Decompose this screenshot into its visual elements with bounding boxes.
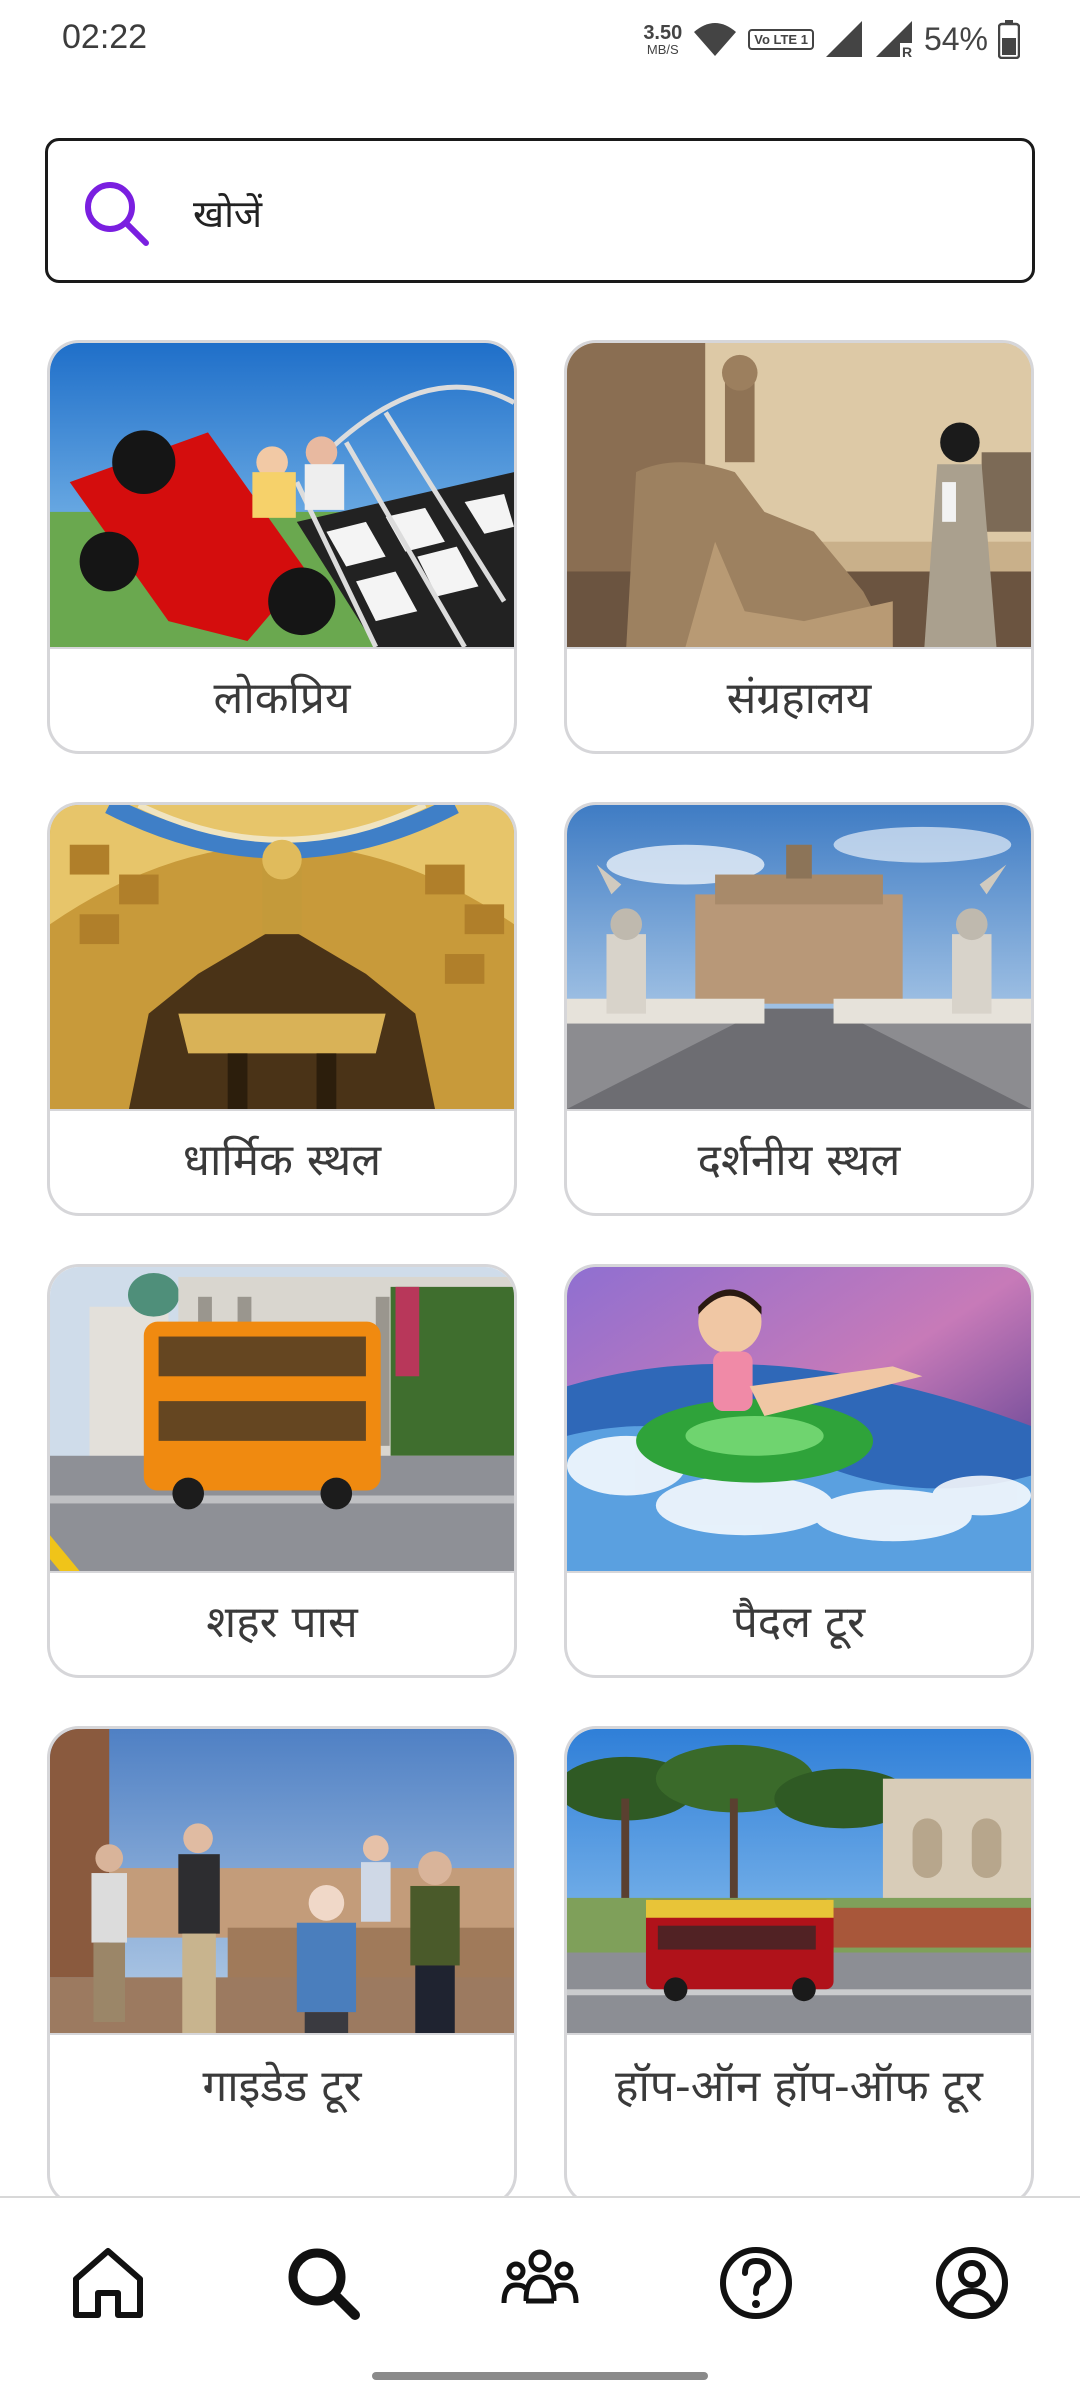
water-slide-photo	[567, 1267, 1031, 1573]
category-card-guided-tours[interactable]: गाइडेड टूर	[47, 1726, 517, 2206]
category-card-walking-tours[interactable]: पैदल टूर	[564, 1264, 1034, 1678]
search-icon	[85, 182, 149, 246]
category-label: गाइडेड टूर	[202, 2061, 362, 2112]
castle-bridge-photo	[567, 805, 1031, 1111]
home-indicator[interactable]	[372, 2372, 708, 2380]
people-icon[interactable]	[500, 2243, 580, 2323]
category-card-popular[interactable]: लोकप्रिय	[47, 340, 517, 754]
search-nav-icon[interactable]	[283, 2243, 363, 2323]
status-bar: 02:22 3.50 MB/S Vo LTE 1 R 54%	[0, 0, 1080, 80]
search-placeholder: खोजें	[193, 192, 263, 236]
category-card-hop-on-hop-off-tours[interactable]: हॉप-ऑन हॉप-ऑफ टूर	[564, 1726, 1034, 2206]
help-icon[interactable]	[716, 2243, 796, 2323]
double-decker-bus-photo	[50, 1267, 514, 1573]
profile-icon[interactable]	[932, 2243, 1012, 2323]
bottom-navigation	[0, 2196, 1080, 2400]
category-label: हॉप-ऑन हॉप-ऑफ टूर	[615, 2061, 983, 2112]
category-label: दर्शनीय स्थल	[697, 1135, 901, 1186]
category-label: संग्रहालय	[726, 673, 872, 724]
category-card-sightseeing-places[interactable]: दर्शनीय स्थल	[564, 802, 1034, 1216]
museum-statue-photo	[567, 343, 1031, 649]
category-card-city-pass[interactable]: शहर पास	[47, 1264, 517, 1678]
category-card-religious-places[interactable]: धार्मिक स्थल	[47, 802, 517, 1216]
category-card-museums[interactable]: संग्रहालय	[564, 340, 1034, 754]
tour-group-photo	[50, 1729, 514, 2035]
hop-on-bus-photo	[567, 1729, 1031, 2035]
signal-roaming-icon: R	[875, 21, 912, 59]
network-speed-unit: MB/S	[646, 41, 679, 57]
wifi-icon	[694, 23, 737, 56]
home-icon[interactable]	[68, 2243, 148, 2323]
network-speed-value: 3.50	[643, 21, 683, 44]
svg-text:R: R	[902, 44, 912, 59]
basilica-dome-photo	[50, 805, 514, 1111]
battery-icon	[998, 20, 1020, 59]
status-time: 02:22	[62, 18, 148, 56]
volte-icon: Vo LTE 1	[748, 28, 814, 50]
category-label: लोकप्रिय	[213, 673, 351, 724]
category-label: शहर पास	[206, 1597, 358, 1648]
category-label: धार्मिक स्थल	[182, 1135, 382, 1186]
network-speed: 3.50 MB/S	[643, 23, 682, 56]
race-car-ride-photo	[50, 343, 514, 649]
battery-percent: 54%	[923, 20, 988, 57]
signal-icon	[825, 21, 862, 57]
search-input[interactable]: खोजें	[45, 138, 1035, 283]
status-icons: 3.50 MB/S Vo LTE 1 R 54%	[643, 14, 1020, 64]
category-label: पैदल टूर	[732, 1597, 866, 1648]
